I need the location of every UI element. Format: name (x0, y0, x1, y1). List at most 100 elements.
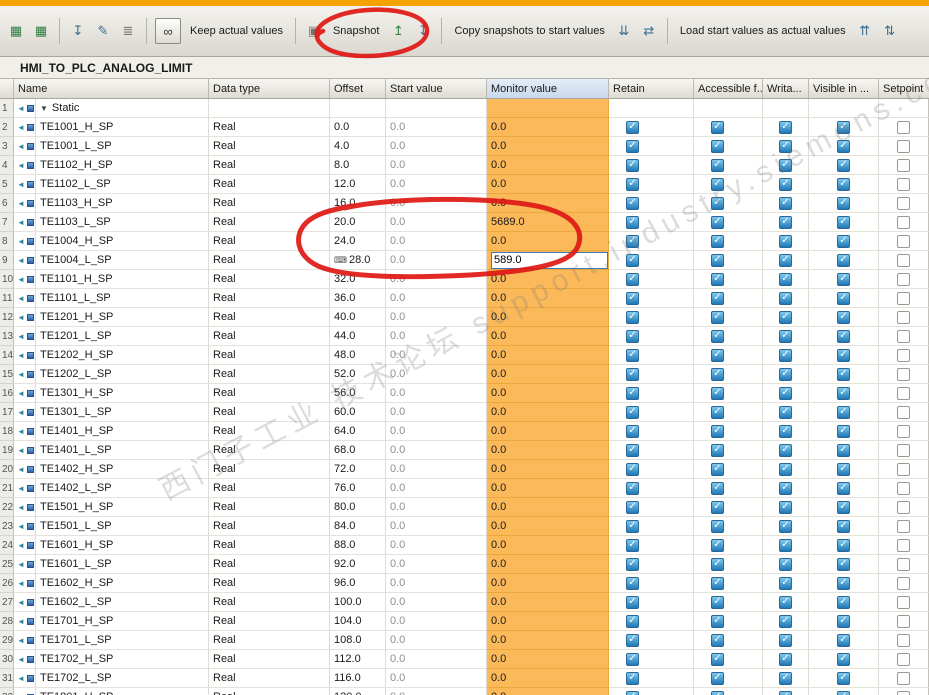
accessible-checkbox[interactable]: ✓ (711, 557, 724, 571)
type-cell[interactable]: Real (209, 612, 330, 631)
name-cell[interactable]: TE1401_H_SP (36, 422, 209, 441)
offset-cell[interactable]: 120.0 (330, 688, 386, 695)
type-cell[interactable]: Real (209, 365, 330, 384)
add-row-icon[interactable]: ▦ (31, 21, 51, 41)
accessible-checkbox[interactable]: ✓ (711, 652, 724, 666)
monitor-all-icon[interactable]: ∞ (155, 18, 181, 44)
writable-checkbox[interactable]: ✓ (779, 538, 792, 552)
retain-checkbox[interactable]: ✓ (626, 481, 639, 495)
name-cell[interactable]: TE1103_H_SP (36, 194, 209, 213)
name-cell[interactable]: TE1001_L_SP (36, 137, 209, 156)
writable-checkbox[interactable]: ✓ (779, 443, 792, 457)
table-row[interactable]: 31 ◄ TE1702_L_SP Real 116.0 0.0 0.0 ✓ ✓ … (0, 669, 929, 688)
accessible-checkbox[interactable]: ✓ (711, 519, 724, 533)
start-value-cell[interactable] (386, 99, 487, 118)
monitor-value-cell[interactable]: 0.0 (487, 194, 609, 213)
retain-checkbox[interactable]: ✓ (626, 139, 639, 153)
retain-checkbox[interactable]: ✓ (626, 595, 639, 609)
start-value-cell[interactable]: 0.0 (386, 384, 487, 403)
offset-cell[interactable]: 8.0 (330, 156, 386, 175)
accessible-checkbox[interactable]: ✓ (711, 367, 724, 381)
offset-cell[interactable]: 104.0 (330, 612, 386, 631)
accessible-checkbox[interactable]: ✓ (711, 158, 724, 172)
col-header-writable[interactable]: Writa... (763, 79, 809, 98)
name-cell[interactable]: TE1301_H_SP (36, 384, 209, 403)
offset-cell[interactable]: 56.0 (330, 384, 386, 403)
start-value-cell[interactable]: 0.0 (386, 688, 487, 695)
retain-checkbox[interactable]: ✓ (626, 291, 639, 305)
type-cell[interactable]: Real (209, 631, 330, 650)
offset-cell[interactable]: 60.0 (330, 403, 386, 422)
name-cell[interactable]: TE1501_H_SP (36, 498, 209, 517)
name-cell[interactable]: TE1601_H_SP (36, 536, 209, 555)
setpoint-checkbox[interactable] (897, 576, 910, 590)
row-number[interactable]: 28 (0, 612, 14, 631)
visible-checkbox[interactable]: ✓ (837, 595, 850, 609)
edit-table-icon[interactable]: ✎ (93, 21, 113, 41)
row-number[interactable]: 2 (0, 118, 14, 137)
writable-checkbox[interactable]: ✓ (779, 595, 792, 609)
table-row[interactable]: 10 ◄ TE1101_H_SP Real 32.0 0.0 0.0 ✓ ✓ ✓… (0, 270, 929, 289)
writable-checkbox[interactable]: ✓ (779, 652, 792, 666)
visible-checkbox[interactable]: ✓ (837, 272, 850, 286)
table-row[interactable]: 25 ◄ TE1601_L_SP Real 92.0 0.0 0.0 ✓ ✓ ✓… (0, 555, 929, 574)
setpoint-checkbox[interactable] (897, 310, 910, 324)
monitor-value-cell[interactable]: 0.0 (487, 118, 609, 137)
monitor-value-cell[interactable]: 5689.0 (487, 213, 609, 232)
writable-checkbox[interactable]: ✓ (779, 633, 792, 647)
offset-cell[interactable]: 32.0 (330, 270, 386, 289)
setpoint-checkbox[interactable] (897, 690, 910, 695)
name-cell[interactable]: TE1702_L_SP (36, 669, 209, 688)
type-cell[interactable]: Real (209, 384, 330, 403)
name-cell[interactable]: TE1004_L_SP (36, 251, 209, 270)
name-cell[interactable]: TE1202_H_SP (36, 346, 209, 365)
monitor-value-cell[interactable]: 0.0 (487, 403, 609, 422)
row-number[interactable]: 21 (0, 479, 14, 498)
start-value-cell[interactable]: 0.0 (386, 232, 487, 251)
row-number[interactable]: 8 (0, 232, 14, 251)
copy-all-swap-icon[interactable]: ⇄ (639, 21, 659, 41)
accessible-checkbox[interactable]: ✓ (711, 177, 724, 191)
monitor-value-cell[interactable]: 0.0 (487, 327, 609, 346)
accessible-checkbox[interactable]: ✓ (711, 538, 724, 552)
snapshot-camera-icon[interactable]: ▣ (304, 21, 324, 41)
row-number[interactable]: 19 (0, 441, 14, 460)
table-row[interactable]: 18 ◄ TE1401_H_SP Real 64.0 0.0 0.0 ✓ ✓ ✓… (0, 422, 929, 441)
writable-checkbox[interactable]: ✓ (779, 348, 792, 362)
accessible-checkbox[interactable]: ✓ (711, 424, 724, 438)
accessible-checkbox[interactable]: ✓ (711, 595, 724, 609)
monitor-value-cell[interactable]: 0.0 (487, 175, 609, 194)
writable-checkbox[interactable]: ✓ (779, 234, 792, 248)
col-header-data-type[interactable]: Data type (209, 79, 330, 98)
offset-cell[interactable]: 40.0 (330, 308, 386, 327)
monitor-value-cell[interactable]: 0.0 (487, 498, 609, 517)
retain-checkbox[interactable]: ✓ (626, 633, 639, 647)
monitor-value-cell[interactable]: 0.0 (487, 346, 609, 365)
writable-checkbox[interactable]: ✓ (779, 196, 792, 210)
table-row[interactable]: 4 ◄ TE1102_H_SP Real 8.0 0.0 0.0 ✓ ✓ ✓ ✓ (0, 156, 929, 175)
retain-checkbox[interactable]: ✓ (626, 253, 639, 267)
offset-cell[interactable]: 116.0 (330, 669, 386, 688)
writable-checkbox[interactable]: ✓ (779, 690, 792, 695)
start-value-cell[interactable]: 0.0 (386, 650, 487, 669)
monitor-value-cell[interactable]: 0.0 (487, 593, 609, 612)
col-header-retain[interactable]: Retain (609, 79, 694, 98)
accessible-checkbox[interactable]: ✓ (711, 310, 724, 324)
accessible-checkbox[interactable]: ✓ (711, 462, 724, 476)
setpoint-checkbox[interactable] (897, 348, 910, 362)
name-cell[interactable]: TE1602_L_SP (36, 593, 209, 612)
setpoint-checkbox[interactable] (897, 538, 910, 552)
visible-checkbox[interactable]: ✓ (837, 310, 850, 324)
visible-checkbox[interactable]: ✓ (837, 177, 850, 191)
col-header-setpoint[interactable]: Setpoint (879, 79, 929, 98)
setpoint-checkbox[interactable] (897, 443, 910, 457)
monitor-value-cell[interactable] (487, 251, 609, 270)
table-row[interactable]: 7 ◄ TE1103_L_SP Real 20.0 0.0 5689.0 ✓ ✓… (0, 213, 929, 232)
snapshot-button[interactable]: Snapshot (329, 25, 383, 37)
accessible-checkbox[interactable]: ✓ (711, 120, 724, 134)
setpoint-checkbox[interactable] (897, 196, 910, 210)
name-cell[interactable]: TE1102_H_SP (36, 156, 209, 175)
row-number[interactable]: 10 (0, 270, 14, 289)
visible-checkbox[interactable]: ✓ (837, 614, 850, 628)
start-value-cell[interactable]: 0.0 (386, 612, 487, 631)
